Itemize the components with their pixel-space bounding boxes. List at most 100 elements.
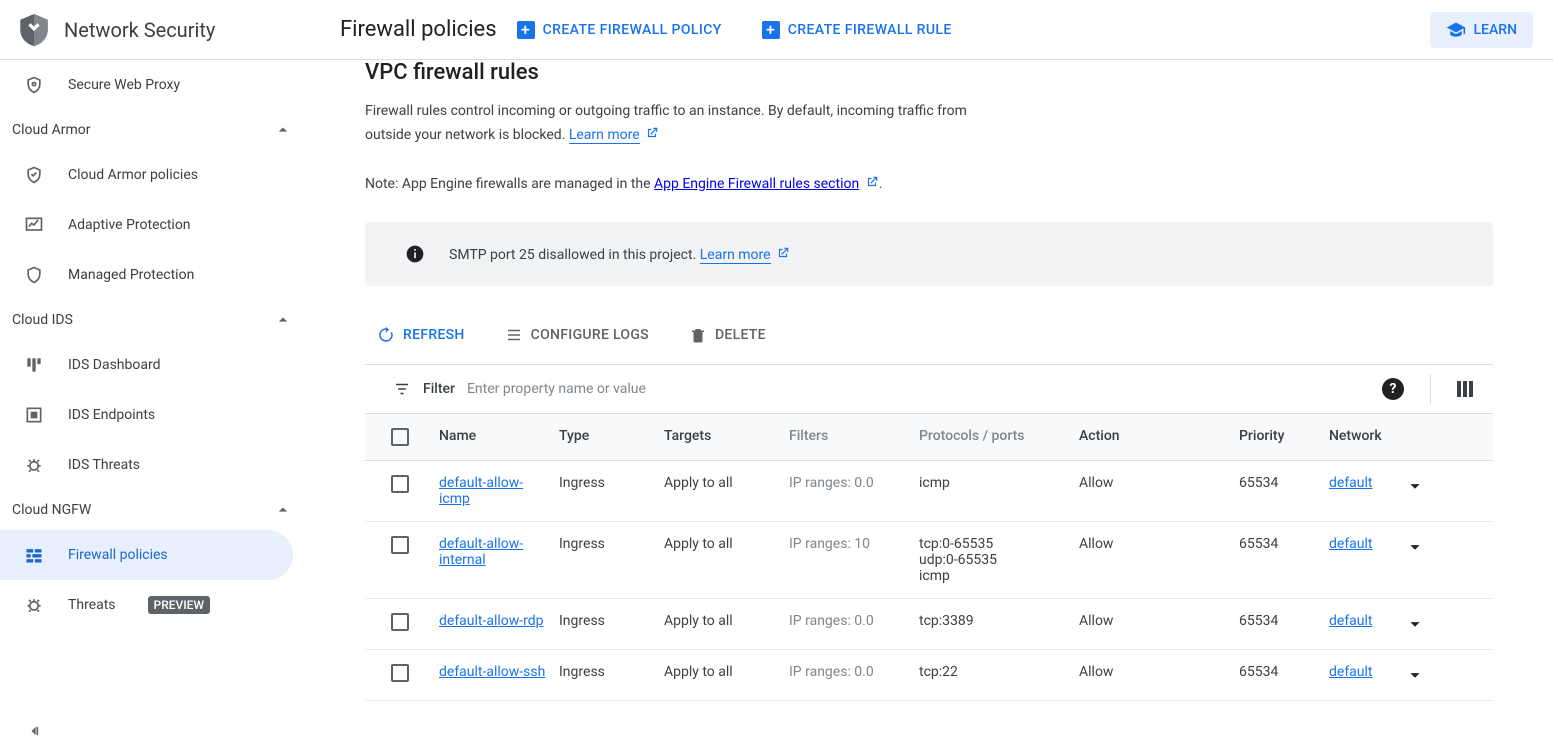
dashboard-icon: [24, 355, 44, 375]
configure-logs-label: CONFIGURE LOGS: [531, 327, 649, 343]
rule-name-link[interactable]: default-allow-internal: [439, 536, 523, 568]
filter-bar: Filter ?: [365, 364, 1493, 414]
rule-name-link[interactable]: default-allow-rdp: [439, 613, 544, 629]
sidebar-group-label: Cloud Armor: [12, 122, 90, 138]
learn-more-label: Learn more: [569, 127, 640, 143]
smtp-learn-more-link[interactable]: Learn more: [700, 247, 771, 264]
main-content: VPC firewall rules Firewall rules contro…: [309, 60, 1553, 752]
firewall-icon: [24, 545, 44, 565]
sidebar-item-adaptive-protection[interactable]: Adaptive Protection: [0, 200, 309, 250]
learn-button[interactable]: LEARN: [1430, 12, 1534, 48]
help-button[interactable]: ?: [1382, 378, 1404, 400]
network-link[interactable]: default: [1329, 536, 1373, 552]
chevron-down-icon[interactable]: [1404, 536, 1426, 558]
sidebar-item-label: Firewall policies: [68, 547, 168, 563]
sidebar-group-cloud-ngfw[interactable]: Cloud NGFW: [0, 490, 309, 530]
brand-title: Network Security: [64, 18, 215, 42]
col-priority[interactable]: Priority: [1235, 414, 1325, 460]
row-checkbox[interactable]: [391, 536, 409, 554]
select-all-checkbox[interactable]: [391, 428, 409, 446]
external-link-icon: [645, 126, 659, 140]
sidebar-item-label: IDS Threats: [68, 457, 140, 473]
plus-icon: +: [517, 21, 535, 39]
cell-filters: IP ranges: 0.0: [785, 599, 915, 649]
network-link[interactable]: default: [1329, 664, 1373, 680]
filter-input[interactable]: [467, 381, 1370, 397]
col-type[interactable]: Type: [555, 414, 660, 460]
cell-filters: IP ranges: 0.0: [785, 650, 915, 700]
sidebar-group-cloud-armor[interactable]: Cloud Armor: [0, 110, 309, 150]
col-filters[interactable]: Filters: [785, 414, 915, 460]
cell-targets: Apply to all: [660, 599, 785, 649]
shield-icon: [24, 265, 44, 285]
sidebar-group-label: Cloud NGFW: [12, 502, 91, 518]
chevron-down-icon[interactable]: [1404, 613, 1426, 635]
network-link[interactable]: default: [1329, 475, 1373, 491]
cell-action: Allow: [1075, 650, 1235, 700]
create-firewall-policy-button[interactable]: + CREATE FIREWALL POLICY: [517, 21, 722, 39]
cell-targets: Apply to all: [660, 461, 785, 521]
page-title: Firewall policies: [340, 17, 497, 42]
chevron-up-icon: [273, 310, 293, 330]
table-row: default-allow-internalIngressApply to al…: [365, 522, 1493, 599]
plus-icon: +: [762, 21, 780, 39]
create-firewall-rule-button[interactable]: + CREATE FIREWALL RULE: [762, 21, 952, 39]
row-checkbox[interactable]: [391, 613, 409, 631]
bug-icon: [24, 595, 44, 615]
col-action[interactable]: Action: [1075, 414, 1235, 460]
sidebar-item-cloud-armor-policies[interactable]: Cloud Armor policies: [0, 150, 309, 200]
col-name[interactable]: Name: [435, 414, 555, 460]
note-text: Note: App Engine firewalls are managed i…: [365, 175, 1493, 192]
rule-name-link[interactable]: default-allow-icmp: [439, 475, 523, 507]
column-settings-button[interactable]: [1457, 381, 1473, 397]
sidebar-item-managed-protection[interactable]: Managed Protection: [0, 250, 309, 300]
delete-button[interactable]: DELETE: [689, 326, 766, 344]
app-engine-link[interactable]: App Engine Firewall rules section: [654, 176, 859, 192]
col-network[interactable]: Network: [1325, 414, 1385, 460]
network-link[interactable]: default: [1329, 613, 1373, 629]
sidebar-item-ids-dashboard[interactable]: IDS Dashboard: [0, 340, 309, 390]
trash-icon: [689, 326, 707, 344]
collapse-sidebar-button[interactable]: [0, 708, 309, 752]
row-checkbox[interactable]: [391, 475, 409, 493]
rule-name-link[interactable]: default-allow-ssh: [439, 664, 545, 680]
cell-priority: 65534: [1235, 599, 1325, 649]
cell-priority: 65534: [1235, 650, 1325, 700]
refresh-icon: [377, 326, 395, 344]
cell-filters: IP ranges: 0.0: [785, 461, 915, 521]
row-checkbox[interactable]: [391, 664, 409, 682]
cell-protocols: tcp:22: [915, 650, 1075, 700]
sidebar-item-ids-endpoints[interactable]: IDS Endpoints: [0, 390, 309, 440]
page-header: Firewall policies + CREATE FIREWALL POLI…: [320, 0, 1553, 59]
cell-type: Ingress: [555, 522, 660, 598]
cell-filters: IP ranges: 10: [785, 522, 915, 598]
cell-protocols: tcp:0-65535 udp:0-65535 icmp: [915, 522, 1075, 598]
col-targets[interactable]: Targets: [660, 414, 785, 460]
refresh-label: REFRESH: [403, 327, 465, 343]
chart-line-icon: [24, 215, 44, 235]
sidebar-item-ids-threats[interactable]: IDS Threats: [0, 440, 309, 490]
configure-logs-button[interactable]: CONFIGURE LOGS: [505, 326, 649, 344]
cell-type: Ingress: [555, 650, 660, 700]
sidebar-item-label: Cloud Armor policies: [68, 167, 198, 183]
graduation-cap-icon: [1446, 20, 1466, 40]
cell-action: Allow: [1075, 522, 1235, 598]
cell-protocols: icmp: [915, 461, 1075, 521]
chevron-down-icon[interactable]: [1404, 475, 1426, 497]
sidebar-item-firewall-policies[interactable]: Firewall policies: [0, 530, 293, 580]
section-title: VPC firewall rules: [365, 60, 1493, 85]
section-description: Firewall rules control incoming or outgo…: [365, 99, 985, 147]
sidebar-item-threats[interactable]: Threats PREVIEW: [0, 580, 309, 630]
chevron-down-icon[interactable]: [1404, 664, 1426, 686]
learn-more-link[interactable]: Learn more: [569, 127, 640, 144]
learn-label: LEARN: [1474, 22, 1518, 38]
external-link-icon: [776, 246, 790, 260]
sidebar-group-cloud-ids[interactable]: Cloud IDS: [0, 300, 309, 340]
col-protocols[interactable]: Protocols / ports: [915, 414, 1075, 460]
cell-protocols: tcp:3389: [915, 599, 1075, 649]
sidebar-item-secure-web-proxy[interactable]: Secure Web Proxy: [0, 60, 309, 110]
refresh-button[interactable]: REFRESH: [377, 326, 465, 344]
table-row: default-allow-rdp IngressApply to allIP r…: [365, 599, 1493, 650]
cell-type: Ingress: [555, 599, 660, 649]
endpoints-icon: [24, 405, 44, 425]
